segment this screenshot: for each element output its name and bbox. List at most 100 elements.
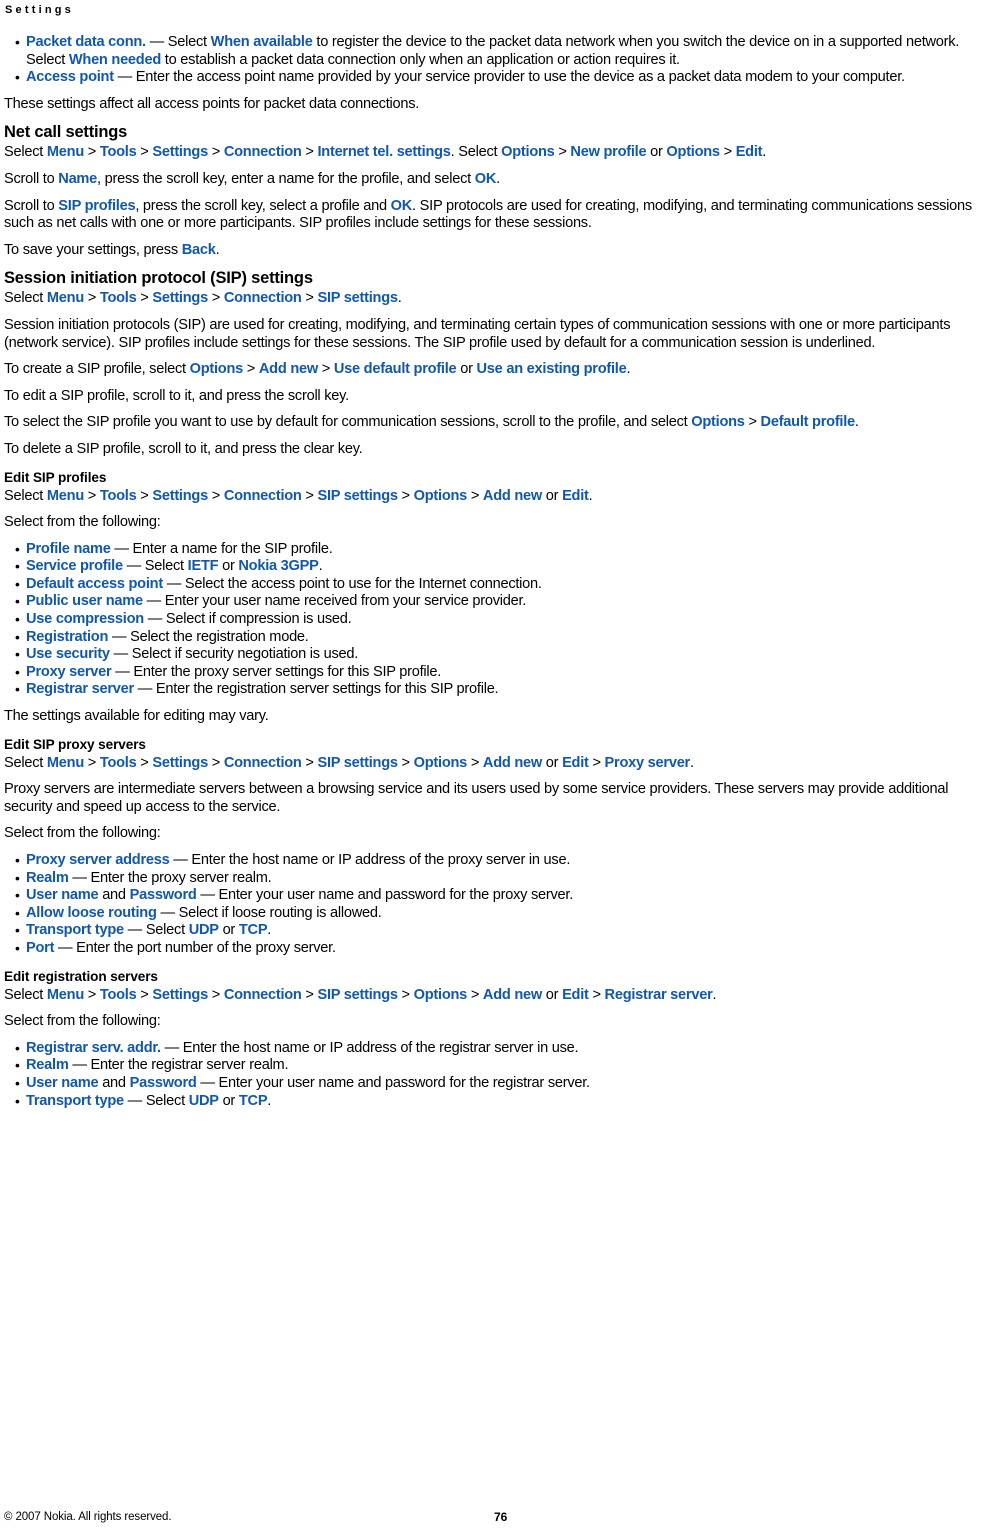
ui-reference-link[interactable]: TCP [239,922,268,938]
ui-reference-link[interactable]: Settings [152,144,208,160]
ui-reference-link[interactable]: Use compression [26,611,144,627]
ui-reference-link[interactable]: Add new [259,361,318,377]
breadcrumb-separator: > [301,754,318,771]
body-paragraph: To save your settings, press Back. [4,242,1000,260]
ui-reference-link[interactable]: Settings [152,987,208,1003]
ui-reference-link[interactable]: Access point [26,69,114,85]
ui-reference-link[interactable]: Connection [224,987,302,1003]
ui-reference-link[interactable]: Menu [47,488,84,504]
ui-reference-link[interactable]: Connection [224,290,302,306]
ui-reference-link[interactable]: OK [391,198,413,214]
ui-reference-link[interactable]: SIP profiles [58,198,135,214]
ui-reference-link[interactable]: When available [211,34,313,50]
ui-reference-link[interactable]: User name [26,887,99,903]
breadcrumb-separator: > [83,986,100,1003]
ui-reference-link[interactable]: Add new [483,755,542,771]
breadcrumb-separator: > [467,754,483,771]
ui-reference-link[interactable]: Proxy server [605,755,691,771]
ui-reference-link[interactable]: Menu [47,290,84,306]
ui-reference-link[interactable]: Packet data conn. [26,34,146,50]
ui-reference-link[interactable]: User name [26,1075,99,1091]
ui-reference-link[interactable]: Name [58,171,97,187]
ui-reference-link[interactable]: Tools [100,144,137,160]
ui-reference-link[interactable]: Nokia 3GPP [238,558,318,574]
ui-reference-link[interactable]: Password [130,887,197,903]
ui-reference-link[interactable]: Proxy server [26,664,112,680]
ui-reference-link[interactable]: Tools [100,755,137,771]
ui-reference-link[interactable]: Edit [736,144,763,160]
breadcrumb-separator: > [207,290,224,307]
ui-reference-link[interactable]: Settings [152,488,208,504]
body-text-run: Scroll to [4,197,59,214]
ui-reference-link[interactable]: Use security [26,646,110,662]
ui-reference-link[interactable]: UDP [189,1093,219,1109]
ui-reference-link[interactable]: Options [414,987,468,1003]
ui-reference-link[interactable]: IETF [188,558,219,574]
ui-reference-link[interactable]: UDP [189,922,219,938]
ui-reference-link[interactable]: Use default profile [334,361,457,377]
ui-reference-link[interactable]: Allow loose routing [26,905,157,921]
ui-reference-link[interactable]: Settings [152,755,208,771]
ui-reference-link[interactable]: Tools [100,290,137,306]
ui-reference-link[interactable]: Default access point [26,576,163,592]
ui-reference-link[interactable]: Options [691,414,745,430]
ui-reference-link[interactable]: Options [414,755,468,771]
ui-reference-link[interactable]: Options [190,361,244,377]
bullet-icon: • [15,628,20,645]
ui-reference-link[interactable]: Edit [562,987,589,1003]
ui-reference-link[interactable]: Transport type [26,1093,124,1109]
ui-reference-link[interactable]: Port [26,940,54,956]
ui-reference-link[interactable]: OK [475,171,497,187]
ui-reference-link[interactable]: Options [666,144,720,160]
ui-reference-link[interactable]: Registrar serv. addr. [26,1040,161,1056]
ui-reference-link[interactable]: SIP settings [317,987,398,1003]
body-paragraph: Select Menu > Tools > Settings > Connect… [4,987,1000,1005]
ui-reference-link[interactable]: Menu [47,144,84,160]
ui-reference-link[interactable]: Connection [224,755,302,771]
ui-reference-link[interactable]: Tools [100,488,137,504]
breadcrumb-separator: > [397,754,414,771]
ui-reference-link[interactable]: Add new [483,488,542,504]
ui-reference-link[interactable]: Settings [152,290,208,306]
ui-reference-link[interactable]: Internet tel. settings [317,144,450,160]
body-text-run: Select [4,487,47,504]
ui-reference-link[interactable]: When needed [69,52,161,68]
ui-reference-link[interactable]: Profile name [26,541,111,557]
body-text-run: — Enter the host name or IP address of t… [160,1039,579,1056]
ui-reference-link[interactable]: SIP settings [317,290,398,306]
breadcrumb-separator: > [301,290,318,307]
bullet-list: • Profile name — Enter a name for the SIP… [4,541,1000,699]
ui-reference-link[interactable]: Public user name [26,593,143,609]
bullet-icon: • [15,681,20,698]
ui-reference-link[interactable]: Transport type [26,922,124,938]
ui-reference-link[interactable]: Default profile [761,414,856,430]
ui-reference-link[interactable]: Menu [47,987,84,1003]
ui-reference-link[interactable]: SIP settings [317,755,398,771]
breadcrumb-separator: > [397,487,414,504]
ui-reference-link[interactable]: Proxy server address [26,852,170,868]
ui-reference-link[interactable]: Realm [26,1057,69,1073]
ui-reference-link[interactable]: Tools [100,987,137,1003]
ui-reference-link[interactable]: Menu [47,755,84,771]
body-text-run: — Select [123,922,189,939]
ui-reference-link[interactable]: Edit [562,488,589,504]
ui-reference-link[interactable]: Options [414,488,468,504]
ui-reference-link[interactable]: Add new [483,987,542,1003]
ui-reference-link[interactable]: SIP settings [317,488,398,504]
ui-reference-link[interactable]: Password [130,1075,197,1091]
ui-reference-link[interactable]: Registrar server [605,987,713,1003]
ui-reference-link[interactable]: Registration [26,629,108,645]
body-text-run: — Select [122,558,188,575]
ui-reference-link[interactable]: Back [182,242,216,258]
ui-reference-link[interactable]: Options [501,144,555,160]
ui-reference-link[interactable]: Use an existing profile [477,361,627,377]
ui-reference-link[interactable]: Registrar server [26,681,134,697]
ui-reference-link[interactable]: TCP [239,1093,268,1109]
bullet-icon: • [15,904,20,921]
ui-reference-link[interactable]: New profile [570,144,646,160]
ui-reference-link[interactable]: Connection [224,488,302,504]
ui-reference-link[interactable]: Connection [224,144,302,160]
ui-reference-link[interactable]: Edit [562,755,589,771]
ui-reference-link[interactable]: Service profile [26,558,123,574]
ui-reference-link[interactable]: Realm [26,870,69,886]
